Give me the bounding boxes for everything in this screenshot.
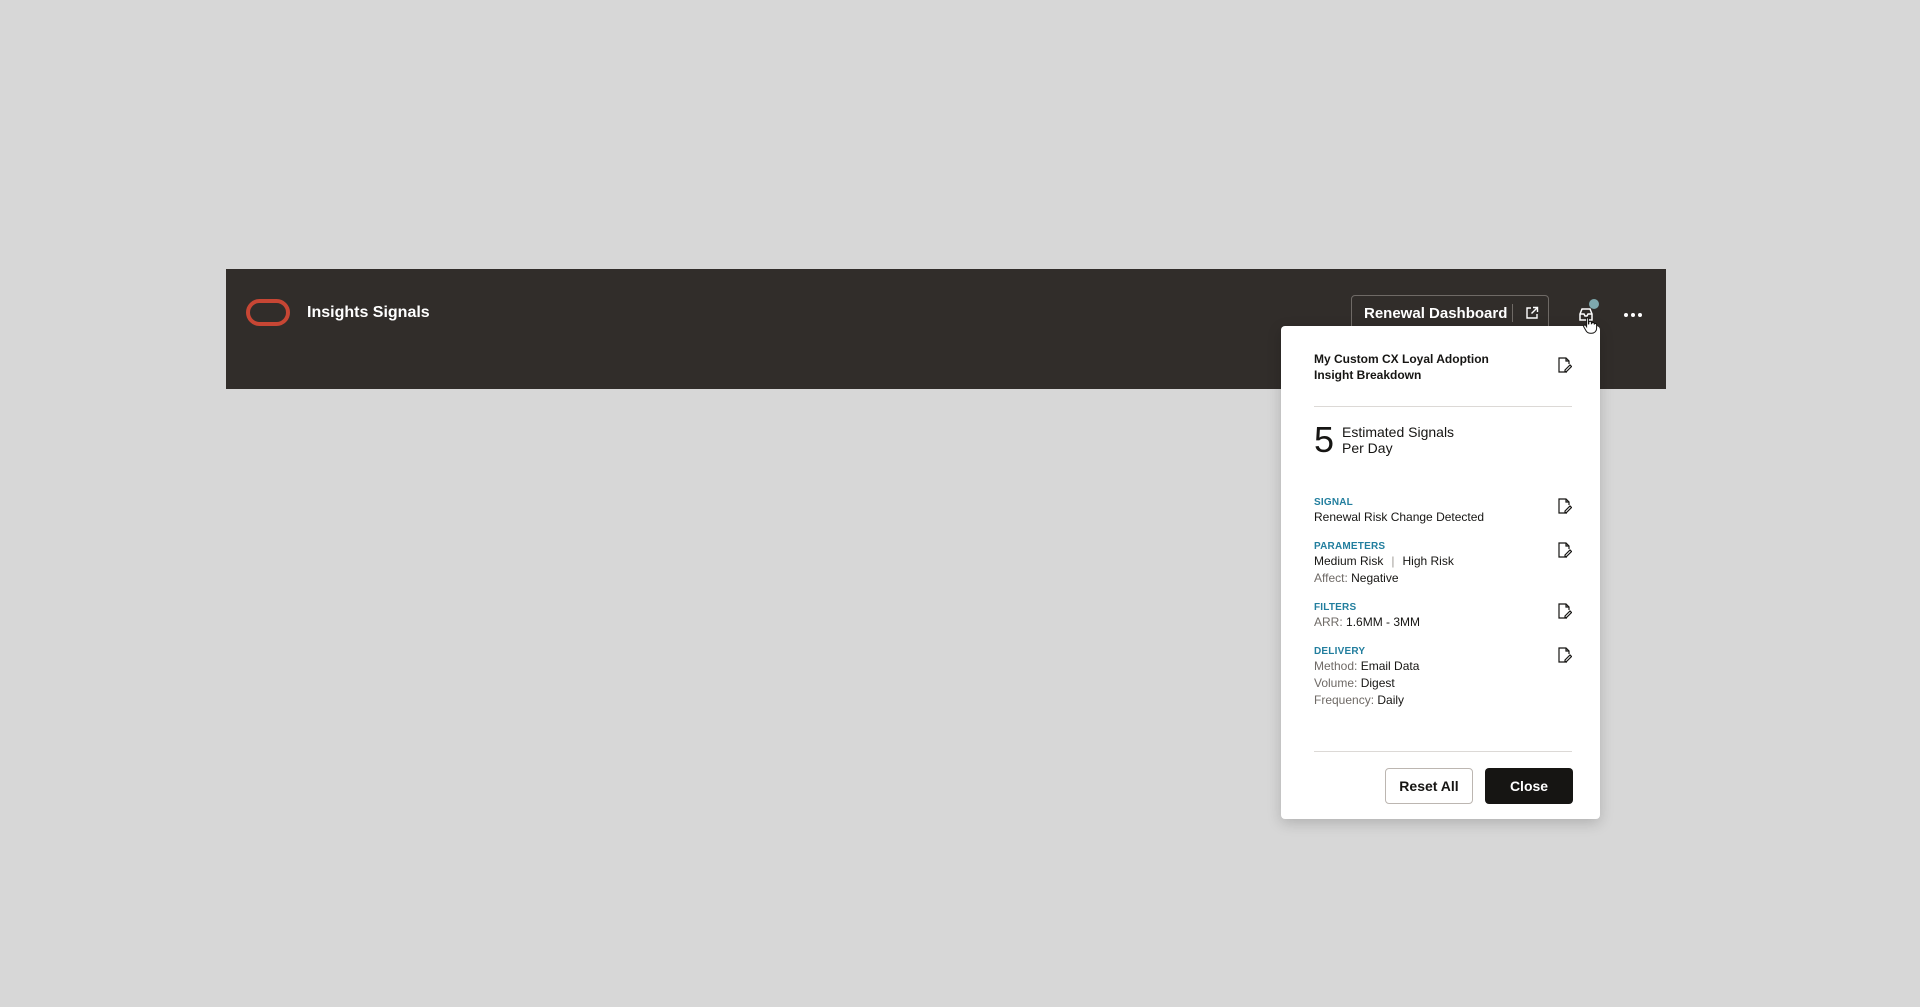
filters-section: FILTERS ARR: 1.6MM - 3MM — [1314, 602, 1534, 631]
close-button[interactable]: Close — [1485, 768, 1573, 804]
method-key: Method: — [1314, 659, 1358, 673]
divider — [1314, 406, 1572, 407]
renewal-dashboard-label: Renewal Dashboard — [1364, 304, 1508, 322]
frequency-value: Daily — [1377, 693, 1405, 707]
popover-title: My Custom CX Loyal Adoption Insight Brea… — [1314, 352, 1489, 382]
signal-breakdown-popover: My Custom CX Loyal Adoption Insight Brea… — [1281, 326, 1600, 819]
affect-value: Negative — [1351, 571, 1399, 585]
edit-delivery-icon[interactable] — [1557, 646, 1573, 664]
reset-all-button[interactable]: Reset All — [1385, 768, 1473, 804]
oracle-logo[interactable] — [246, 299, 290, 326]
affect-key: Affect: — [1314, 571, 1348, 585]
frequency-key: Frequency: — [1314, 693, 1375, 707]
risk-level-high: High Risk — [1402, 554, 1454, 568]
risk-levels: Medium Risk | High Risk — [1314, 553, 1534, 570]
signal-label: SIGNAL — [1314, 497, 1353, 508]
more-options-icon[interactable] — [1617, 299, 1649, 331]
volume-line: Volume: Digest — [1314, 675, 1534, 692]
affect-line: Affect: Negative — [1314, 570, 1534, 587]
risk-level-medium: Medium Risk — [1314, 554, 1384, 568]
divider — [1314, 751, 1572, 752]
method-line: Method: Email Data — [1314, 658, 1534, 675]
method-value: Email Data — [1360, 659, 1420, 673]
edit-title-icon[interactable] — [1557, 356, 1573, 374]
parameters-section: PARAMETERS Medium Risk | High Risk Affect:… — [1314, 541, 1534, 587]
filters-label: FILTERS — [1314, 602, 1357, 613]
delivery-label: DELIVERY — [1314, 646, 1366, 657]
frequency-line: Frequency: Daily — [1314, 692, 1534, 709]
risk-separator: | — [1391, 554, 1395, 568]
app-title: Insights Signals — [307, 304, 430, 321]
delivery-section: DELIVERY Method: Email Data Volume: Dige… — [1314, 646, 1534, 709]
edit-parameters-icon[interactable] — [1557, 541, 1573, 559]
volume-key: Volume: — [1314, 676, 1358, 690]
edit-filters-icon[interactable] — [1557, 602, 1573, 620]
signal-value: Renewal Risk Change Detected — [1314, 510, 1485, 524]
arr-value: 1.6MM - 3MM — [1346, 615, 1421, 629]
button-separator — [1512, 304, 1513, 322]
arr-line: ARR: 1.6MM - 3MM — [1314, 614, 1534, 631]
parameters-label: PARAMETERS — [1314, 541, 1386, 552]
estimated-signals-metric: 5 Estimated Signals Per Day — [1314, 420, 1472, 460]
signal-section: SIGNAL Renewal Risk Change Detected — [1314, 497, 1534, 526]
metric-label: Estimated Signals Per Day — [1342, 424, 1455, 456]
hand-cursor-icon — [1583, 317, 1598, 334]
external-link-icon[interactable] — [1523, 304, 1541, 322]
notification-dot — [1589, 299, 1599, 309]
metric-value: 5 — [1314, 419, 1335, 460]
edit-signal-icon[interactable] — [1557, 497, 1573, 515]
arr-key: ARR: — [1314, 615, 1343, 629]
volume-value: Digest — [1360, 676, 1395, 690]
